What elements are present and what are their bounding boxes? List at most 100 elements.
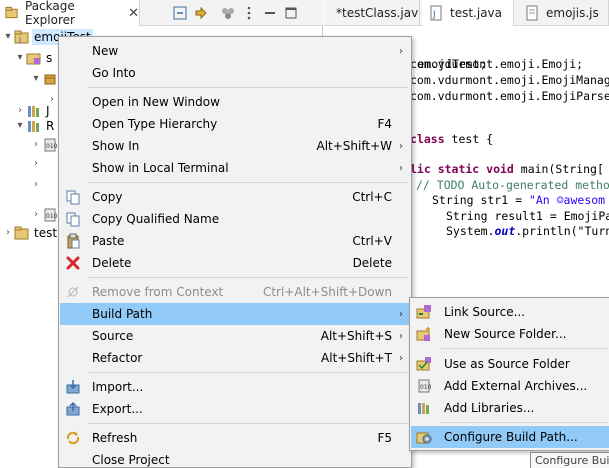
menu-item-shortcut: F5 [377, 431, 392, 445]
menu-item-shortcut: Ctrl+V [352, 234, 392, 248]
menu-item-show-in[interactable]: Show In Alt+Shift+W › [60, 135, 410, 157]
menu-item-shortcut: Alt+Shift+T [321, 351, 392, 365]
maximize-icon[interactable] [283, 5, 299, 21]
editor-tab-bar: J *testClass.java J test.java emojis.js [324, 0, 609, 26]
menu-item-copy-qualified-name[interactable]: Copy Qualified Name [60, 208, 410, 230]
menu-item-shortcut: Alt+Shift+S [320, 329, 392, 343]
menu-item-delete[interactable]: Delete Delete [60, 252, 410, 274]
tab-testclass-java[interactable]: J *testClass.java [324, 0, 420, 26]
chevron-right-icon[interactable]: › [30, 179, 42, 190]
chevron-down-icon[interactable]: ▾ [14, 52, 26, 63]
menu-item-open-type-hierarchy[interactable]: Open Type Hierarchy F4 [60, 113, 410, 135]
menu-item-new-source-folder[interactable]: New Source Folder... [411, 323, 609, 345]
menu-item-build-path[interactable]: Build Path › [60, 303, 410, 325]
menu-item-label: Paste [92, 234, 125, 248]
svg-text:J: J [18, 36, 21, 44]
menu-item-new[interactable]: New › [60, 40, 410, 62]
menu-item-add-libraries[interactable]: Add Libraries... [411, 397, 609, 419]
tab-test-java[interactable]: J test.java [422, 0, 514, 26]
import-icon [66, 380, 80, 394]
minimize-icon[interactable] [262, 5, 278, 21]
focus-on-active-task-icon[interactable] [220, 5, 236, 21]
menu-item-label: Use as Source Folder [444, 357, 570, 371]
menu-item-refresh[interactable]: Refresh F5 [60, 427, 410, 449]
view-menu-icon[interactable] [241, 5, 257, 21]
java-project-icon [14, 226, 29, 239]
menu-item-show-in-local-terminal[interactable]: Show in Local Terminal › [60, 157, 410, 179]
tree-item-jar[interactable]: › [30, 153, 46, 174]
delete-icon [66, 256, 80, 270]
collapse-all-icon[interactable] [172, 5, 188, 21]
menu-item-add-external-archives[interactable]: 010 Add External Archives... [411, 375, 609, 397]
package-icon [44, 74, 56, 84]
jar-icon: 010 [418, 379, 432, 393]
submenu-arrow-icon: › [399, 330, 403, 342]
tree-item-project-test[interactable]: › test [2, 222, 59, 243]
tab-label: Package Explorer [25, 0, 75, 27]
tab-emojis-json[interactable]: emojis.js [518, 0, 609, 26]
code-keyword: lic static void [410, 162, 514, 176]
menu-item-refactor[interactable]: Refactor Alt+Shift+T › [60, 347, 410, 369]
menu-item-source[interactable]: Source Alt+Shift+S › [60, 325, 410, 347]
tree-item-jar[interactable]: › [30, 174, 46, 195]
submenu-arrow-icon: › [399, 308, 403, 320]
build-path-submenu: Link Source... New Source Folder... Use … [409, 297, 609, 451]
menu-item-label: Refactor [92, 351, 143, 365]
context-menu: New › Go Into Open in New Window Open Ty… [58, 36, 412, 468]
menu-separator [88, 372, 408, 373]
menu-item-shortcut: Alt+Shift+W [316, 139, 393, 153]
code-text: String result1 = EmojiPa [446, 209, 609, 223]
chevron-right-icon[interactable]: › [30, 158, 42, 169]
chevron-down-icon[interactable]: ▾ [2, 31, 14, 42]
menu-item-label: Copy Qualified Name [92, 212, 220, 226]
tab-package-explorer[interactable]: Package Explorer ✕ [0, 0, 140, 27]
menu-item-configure-build-path[interactable]: Configure Build Path... [411, 426, 609, 448]
menu-item-copy[interactable]: Copy Ctrl+C [60, 186, 410, 208]
tab-label: test.java [450, 6, 503, 20]
menu-item-import[interactable]: Import... [60, 376, 410, 398]
menu-item-link-source[interactable]: Link Source... [411, 301, 609, 323]
chevron-right-icon[interactable]: › [30, 139, 42, 150]
jar-icon: 010 [44, 138, 58, 151]
menu-item-go-into[interactable]: Go Into [60, 62, 410, 84]
use-as-source-folder-icon [416, 357, 431, 371]
menu-item-label: New Source Folder... [444, 327, 567, 341]
menu-item-close-project[interactable]: Close Project [60, 449, 410, 468]
library-icon [28, 120, 39, 132]
menu-item-label: Export... [92, 402, 143, 416]
code-text: com.vdurmont.emoji.EmojiManag [410, 73, 609, 87]
menu-item-shortcut: Ctrl+C [352, 190, 392, 204]
menu-item-paste[interactable]: Paste Ctrl+V [60, 230, 410, 252]
tab-label: emojis.js [546, 6, 599, 20]
chevron-down-icon[interactable]: ▾ [14, 120, 26, 131]
explorer-tab-bar: Package Explorer ✕ [0, 0, 323, 27]
close-icon[interactable]: ✕ [128, 6, 139, 21]
chevron-down-icon[interactable]: ▾ [30, 73, 42, 84]
menu-item-label: Close Project [92, 453, 170, 467]
code-text: System. [446, 224, 495, 238]
code-keyword: class [410, 132, 445, 146]
menu-item-label: Refresh [92, 431, 138, 445]
menu-item-label: Go Into [92, 66, 136, 80]
menu-item-open-in-new-window[interactable]: Open in New Window [60, 91, 410, 113]
menu-item-use-as-source-folder[interactable]: Use as Source Folder [411, 353, 609, 375]
submenu-arrow-icon: › [399, 45, 403, 57]
menu-separator [440, 422, 608, 423]
code-field: out [494, 224, 516, 238]
chevron-right-icon[interactable]: › [2, 227, 14, 238]
menu-item-export[interactable]: Export... [60, 398, 410, 420]
code-comment: // TODO Auto-generated metho [416, 178, 609, 192]
menu-item-label: Delete [92, 256, 132, 270]
tree-item-referenced-libraries[interactable]: ▾ R [14, 115, 56, 136]
svg-text:J: J [432, 10, 436, 20]
menu-item-label: Source [92, 329, 134, 343]
link-with-editor-icon[interactable] [193, 5, 209, 21]
tree-item-src[interactable]: ▾ s [14, 47, 54, 68]
menu-item-shortcut: F4 [377, 117, 392, 131]
java-project-icon: J [14, 30, 29, 44]
copy-icon [66, 190, 80, 205]
chevron-right-icon[interactable]: › [30, 209, 42, 220]
tree-item-label: R [46, 118, 55, 133]
menu-item-label: Add Libraries... [444, 401, 535, 415]
submenu-arrow-icon: › [399, 162, 403, 174]
